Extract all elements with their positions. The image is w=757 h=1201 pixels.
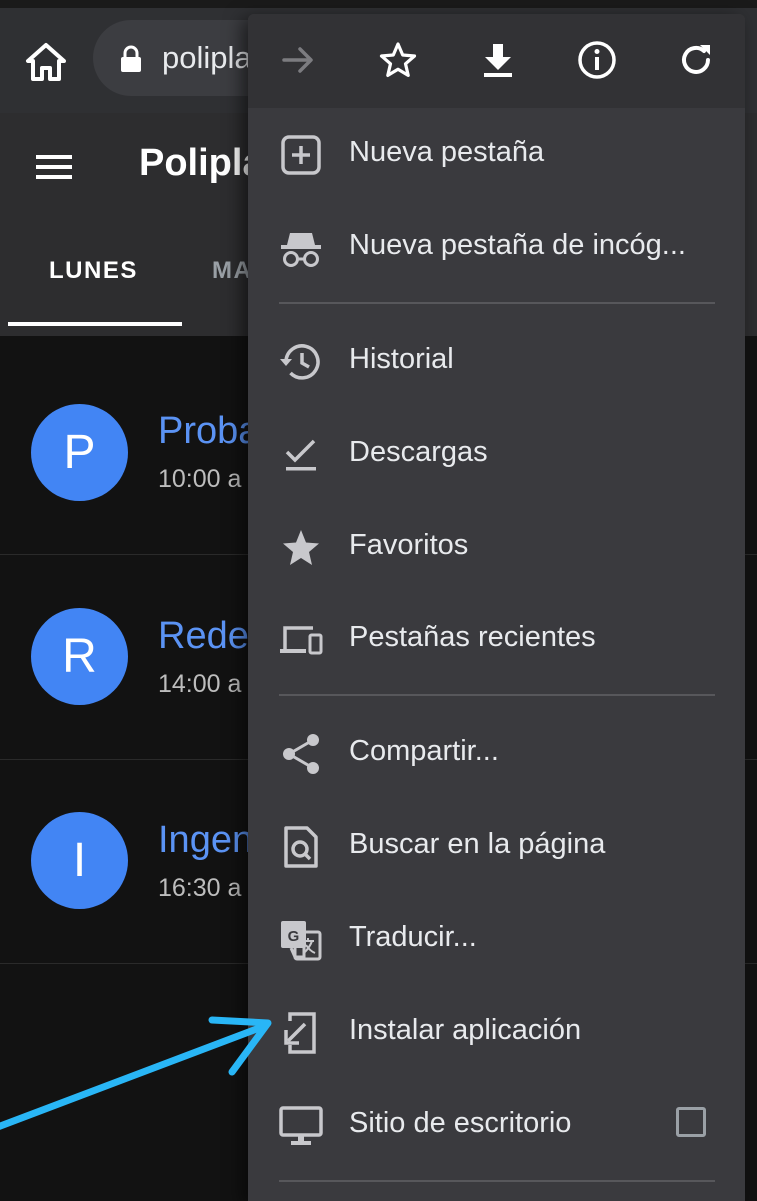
share-icon — [283, 734, 319, 774]
menu-item-label: Nueva pestaña de incóg... — [349, 229, 686, 261]
item-title: Ingen — [158, 819, 254, 861]
bookmarks-star-icon — [283, 530, 319, 565]
avatar: P — [31, 404, 128, 501]
menu-item-label: Traducir... — [349, 921, 477, 953]
home-icon[interactable] — [22, 38, 70, 86]
avatar: R — [31, 608, 128, 705]
incognito-icon — [281, 233, 321, 267]
menu-item-label: Historial — [349, 343, 454, 375]
tab-lunes[interactable]: LUNES — [49, 257, 138, 285]
menu-item-new-tab[interactable]: Nueva pestaña — [248, 114, 745, 194]
item-time: 14:00 a — [158, 670, 242, 698]
downloads-icon — [285, 439, 316, 471]
desktop-site-checkbox[interactable] — [676, 1107, 706, 1137]
item-title: Proba — [158, 410, 260, 452]
menu-item-label: Descargas — [349, 436, 488, 468]
menu-item-label: Instalar aplicación — [349, 1014, 582, 1046]
menu-item-label: Sitio de escritorio — [349, 1107, 572, 1139]
new-tab-icon — [281, 135, 321, 175]
menu-item-install-app[interactable]: Instalar aplicación — [248, 992, 745, 1072]
menu-toolbar — [248, 14, 745, 108]
tab-selected-indicator — [8, 322, 182, 326]
menu-item-downloads[interactable]: Descargas — [248, 414, 745, 494]
menu-item-bookmarks[interactable]: Favoritos — [248, 507, 745, 587]
tab-martes[interactable]: MA — [212, 257, 252, 285]
svg-text:G: G — [288, 928, 300, 945]
menu-divider — [279, 302, 715, 304]
annotation-arrow-icon — [0, 1016, 272, 1130]
info-icon[interactable] — [574, 37, 620, 83]
app-title: Polipla — [139, 142, 264, 184]
item-time: 10:00 a — [158, 465, 242, 493]
menu-item-new-incognito-tab[interactable]: Nueva pestaña de incóg... — [248, 207, 745, 287]
refresh-icon[interactable] — [673, 37, 719, 83]
menu-item-label: Pestañas recientes — [349, 621, 596, 653]
menu-item-translate[interactable]: G Traducir... — [248, 899, 745, 979]
translate-icon: G — [281, 921, 322, 961]
menu-item-label: Compartir... — [349, 735, 499, 767]
avatar: I — [31, 812, 128, 909]
download-icon[interactable] — [475, 37, 521, 83]
menu-item-find-in-page[interactable]: Buscar en la página — [248, 806, 745, 886]
item-time: 16:30 a — [158, 874, 242, 902]
menu-item-label: Nueva pestaña — [349, 136, 545, 168]
menu-item-label: Buscar en la página — [349, 828, 606, 860]
hamburger-menu-icon[interactable] — [34, 152, 74, 182]
menu-item-share[interactable]: Compartir... — [248, 713, 745, 793]
menu-item-desktop-site[interactable]: Sitio de escritorio — [248, 1085, 745, 1165]
menu-divider — [279, 1180, 715, 1182]
status-strip — [0, 0, 757, 8]
menu-item-history[interactable]: Historial — [248, 321, 745, 401]
find-in-page-icon — [284, 826, 318, 868]
url-text: polipla — [162, 40, 252, 75]
menu-divider — [279, 694, 715, 696]
forward-icon[interactable] — [275, 37, 321, 83]
lock-icon — [121, 45, 141, 72]
star-icon[interactable] — [375, 37, 421, 83]
menu-item-recent-tabs[interactable]: Pestañas recientes — [248, 599, 745, 679]
browser-overflow-menu: Nueva pestaña Nueva pestaña de incóg... … — [248, 14, 745, 1201]
history-icon — [280, 344, 320, 380]
menu-item-label: Favoritos — [349, 529, 469, 561]
devices-icon — [280, 626, 323, 655]
